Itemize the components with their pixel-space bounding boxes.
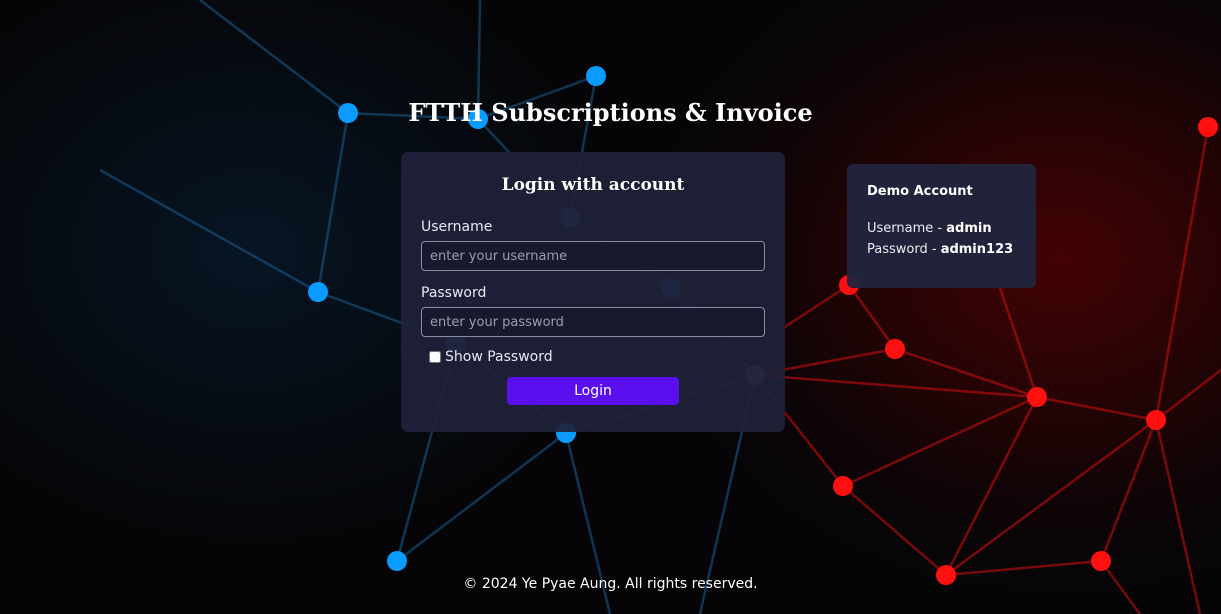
login-page: FTTH Subscriptions & Invoice Login with …	[0, 0, 1221, 614]
login-card: Login with account Username Password Sho…	[401, 152, 785, 432]
username-input[interactable]	[421, 241, 765, 271]
show-password-label[interactable]: Show Password	[445, 349, 553, 365]
show-password-row: Show Password	[429, 349, 765, 365]
demo-account-title: Demo Account	[867, 184, 973, 199]
demo-account-card: Demo Account Username - admin Password -…	[847, 164, 1036, 288]
page-title: FTTH Subscriptions & Invoice	[408, 98, 813, 127]
show-password-checkbox[interactable]	[429, 351, 441, 363]
login-heading: Login with account	[501, 175, 685, 195]
demo-username-prefix: Username -	[867, 221, 947, 236]
demo-password-prefix: Password -	[867, 242, 941, 257]
footer-copyright: © 2024 Ye Pyae Aung. All rights reserved…	[463, 576, 758, 592]
login-button[interactable]: Login	[507, 377, 679, 405]
demo-username-value: admin	[946, 221, 992, 236]
password-input[interactable]	[421, 307, 765, 337]
demo-username-line: Username - admin	[867, 221, 1036, 236]
username-label: Username	[421, 219, 493, 235]
password-label: Password	[421, 285, 487, 301]
demo-password-value: admin123	[940, 242, 1014, 257]
demo-password-line: Password - admin123	[867, 242, 1036, 257]
